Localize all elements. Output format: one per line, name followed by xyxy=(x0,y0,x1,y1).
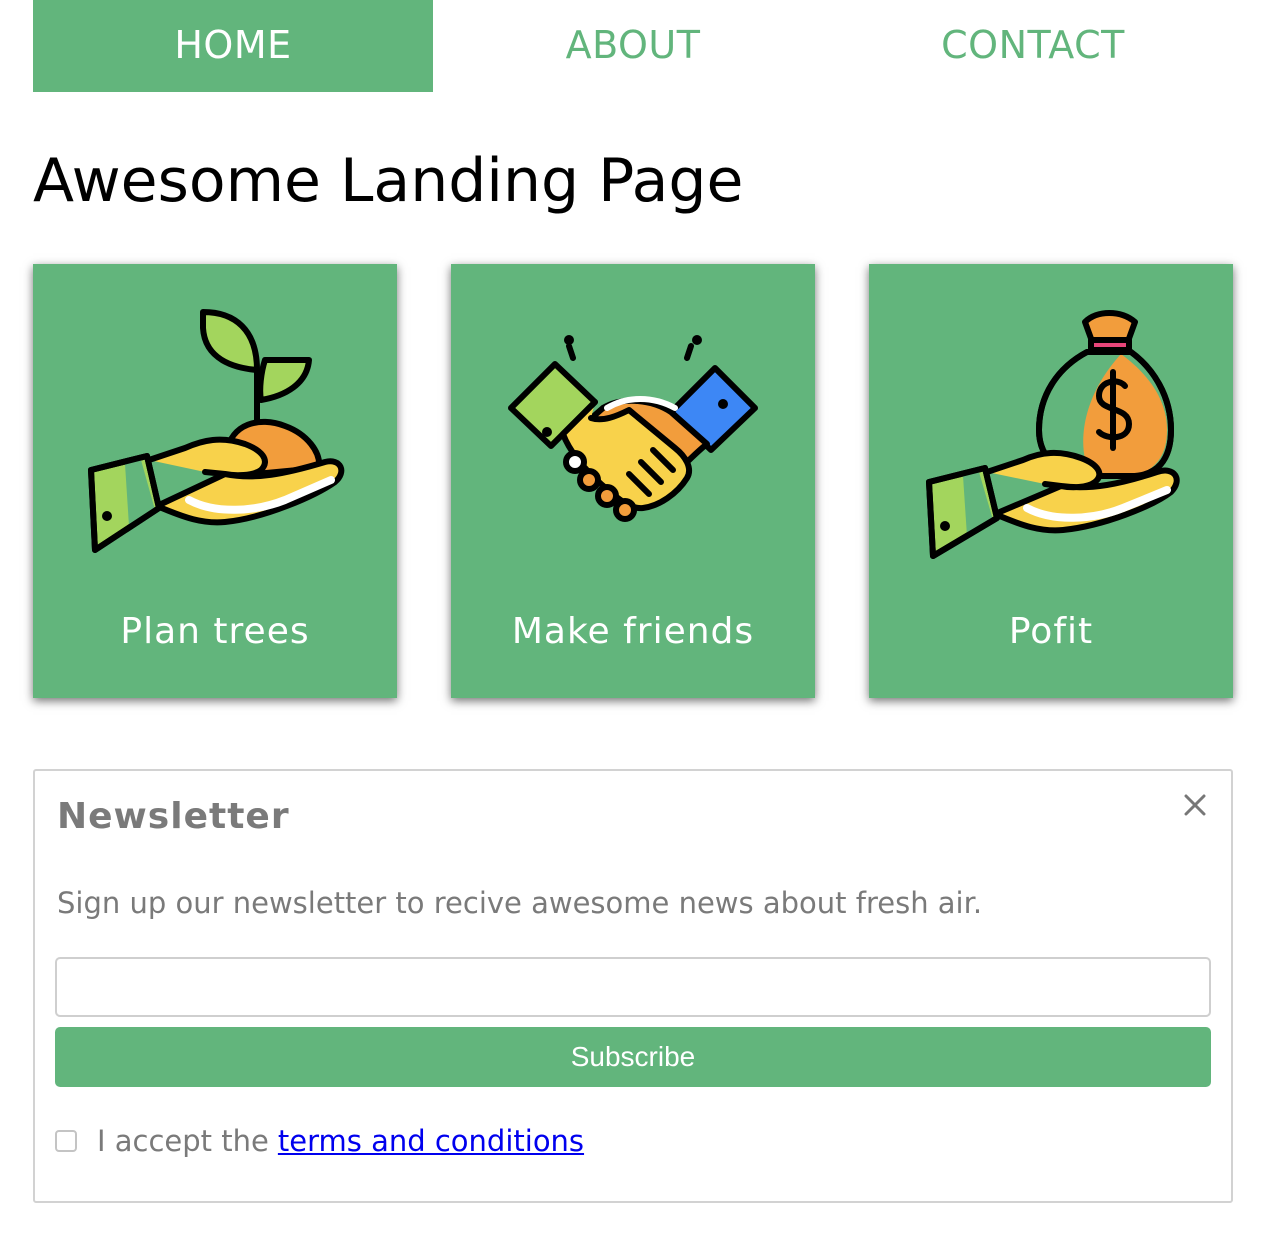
nav-about-link[interactable]: ABOUT xyxy=(433,0,833,92)
terms-link[interactable]: terms and conditions xyxy=(278,1124,584,1158)
close-icon xyxy=(1184,794,1206,816)
terms-row: I accept the terms and conditions xyxy=(55,1121,584,1161)
hand-with-sprout-icon xyxy=(85,300,345,560)
subscribe-button[interactable]: Subscribe xyxy=(55,1027,1211,1087)
terms-checkbox[interactable] xyxy=(55,1130,77,1152)
newsletter-description: Sign up our newsletter to recive awesome… xyxy=(57,886,983,920)
email-input[interactable] xyxy=(55,957,1211,1017)
nav-home-link[interactable]: HOME xyxy=(33,0,433,92)
card-label: Pofit xyxy=(1008,611,1094,652)
card-plan-trees[interactable]: Plan trees xyxy=(33,264,397,698)
card-make-friends[interactable]: Make friends xyxy=(451,264,815,698)
feature-cards: Plan trees Make friends Pofit xyxy=(33,264,1233,698)
card-label: Make friends xyxy=(511,611,755,652)
card-pofit[interactable]: Pofit xyxy=(869,264,1233,698)
terms-label: I accept the xyxy=(97,1124,269,1158)
hand-with-money-bag-icon xyxy=(921,300,1181,560)
page-title: Awesome Landing Page xyxy=(33,146,744,216)
newsletter-panel: Newsletter Sign up our newsletter to rec… xyxy=(33,769,1233,1203)
main-nav: HOME ABOUT CONTACT xyxy=(33,0,1233,92)
card-label: Plan trees xyxy=(120,611,310,652)
newsletter-title: Newsletter xyxy=(57,796,290,837)
close-button[interactable] xyxy=(1179,789,1211,821)
handshake-icon xyxy=(503,300,763,560)
nav-contact-link[interactable]: CONTACT xyxy=(833,0,1233,92)
